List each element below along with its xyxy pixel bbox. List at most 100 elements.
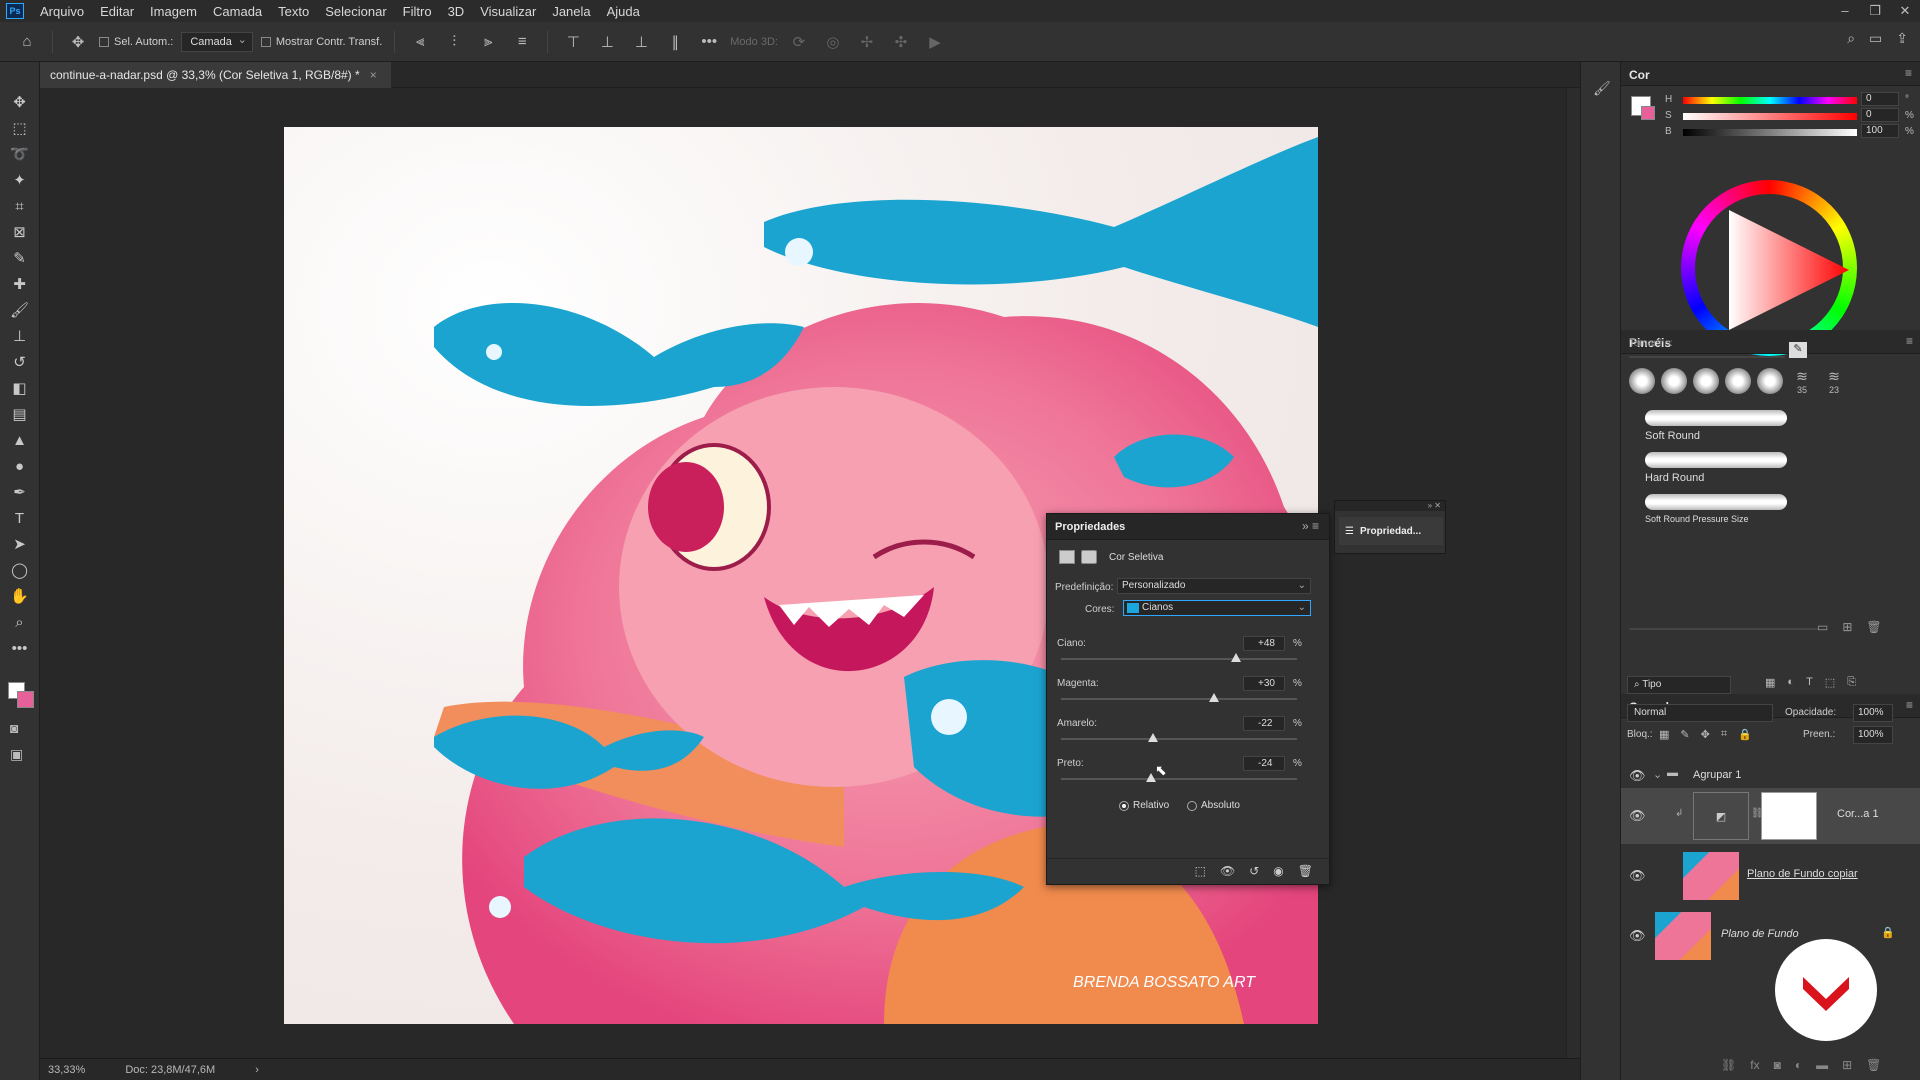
lock-position-icon[interactable]: ✥ bbox=[1701, 728, 1710, 741]
menu-imagem[interactable]: Imagem bbox=[142, 4, 205, 19]
new-layer-icon[interactable]: ⊞ bbox=[1842, 1058, 1852, 1072]
layer-name[interactable]: Agrupar 1 bbox=[1693, 769, 1741, 781]
brush-tip-23[interactable]: ≋ 23 bbox=[1821, 368, 1847, 395]
black-slider-track[interactable] bbox=[1061, 778, 1297, 780]
path-select-icon[interactable]: ➤ bbox=[7, 534, 33, 554]
reset-icon[interactable]: ↺ bbox=[1249, 864, 1259, 884]
layer-name[interactable]: Plano de Fundo copiar bbox=[1747, 868, 1858, 880]
brush-name[interactable]: Soft Round bbox=[1645, 430, 1901, 442]
absolute-radio[interactable]: Absoluto bbox=[1187, 800, 1240, 811]
brush-tip[interactable] bbox=[1725, 368, 1751, 394]
close-tab-icon[interactable]: × bbox=[370, 68, 377, 82]
layer-style-icon[interactable]: fx bbox=[1750, 1058, 1759, 1072]
stamp-tool-icon[interactable]: ⊥ bbox=[7, 326, 33, 346]
filter-type-icon[interactable]: T bbox=[1806, 676, 1813, 689]
menu-selecionar[interactable]: Selecionar bbox=[317, 4, 394, 19]
preset-dropdown[interactable]: Personalizado ⌄ bbox=[1117, 578, 1311, 594]
brush-tip[interactable] bbox=[1629, 368, 1655, 394]
filter-smart-icon[interactable]: ⎘ bbox=[1847, 676, 1856, 689]
lock-pixels-icon[interactable]: ✎ bbox=[1680, 728, 1689, 741]
dodge-tool-icon[interactable]: ● bbox=[7, 456, 33, 476]
brush-tip[interactable] bbox=[1661, 368, 1687, 394]
dock-controls[interactable]: » ✕ bbox=[1335, 501, 1445, 511]
blend-mode-dropdown[interactable]: Normal bbox=[1627, 704, 1773, 722]
magenta-slider-thumb[interactable] bbox=[1209, 693, 1220, 702]
zoom-level[interactable]: 33,33% bbox=[48, 1064, 85, 1076]
panel-menu-icon[interactable]: ≡ bbox=[1906, 334, 1913, 348]
background-color[interactable] bbox=[17, 691, 34, 708]
hue-value[interactable]: 0 bbox=[1861, 92, 1899, 106]
distribute-vertical-icon[interactable]: ∥ bbox=[662, 29, 688, 55]
new-adjustment-icon[interactable]: ◐ bbox=[1795, 1058, 1802, 1072]
more-options-icon[interactable]: ••• bbox=[696, 29, 722, 55]
brush-preview-size-slider[interactable] bbox=[1629, 628, 1819, 630]
slider-value[interactable]: +30 bbox=[1243, 676, 1285, 691]
type-tool-icon[interactable]: T bbox=[7, 508, 33, 528]
layer-mask-thumbnail[interactable] bbox=[1761, 792, 1817, 840]
brush-tip[interactable] bbox=[1757, 368, 1783, 394]
roll-3d-icon[interactable]: ◎ bbox=[820, 29, 846, 55]
saturation-value[interactable]: 0 bbox=[1861, 108, 1899, 122]
colors-dropdown[interactable]: Cianos ⌄ bbox=[1123, 600, 1311, 616]
menu-camada[interactable]: Camada bbox=[205, 4, 270, 19]
filter-adjustment-icon[interactable]: ◐ bbox=[1787, 676, 1794, 689]
align-middle-icon[interactable]: ⊥ bbox=[594, 29, 620, 55]
orbit-3d-icon[interactable]: ⟳ bbox=[786, 29, 812, 55]
pan-3d-icon[interactable]: ✢ bbox=[854, 29, 880, 55]
brush-size-slider[interactable] bbox=[1629, 356, 1785, 358]
vertical-scrollbar[interactable] bbox=[1566, 88, 1580, 1058]
hue-slider[interactable] bbox=[1683, 97, 1857, 104]
menu-arquivo[interactable]: Arquivo bbox=[32, 4, 92, 19]
brush-stroke-preview[interactable] bbox=[1645, 494, 1787, 510]
visibility-eye-icon[interactable]: 👁 bbox=[1629, 768, 1646, 784]
layer-name[interactable]: Cor...a 1 bbox=[1837, 808, 1879, 820]
panel-menu-icon[interactable]: ≡ bbox=[1906, 698, 1913, 712]
search-icon[interactable]: ⌕ bbox=[1847, 30, 1855, 47]
history-brush-icon[interactable]: ↺ bbox=[7, 352, 33, 372]
delete-layer-icon[interactable]: 🗑 bbox=[1866, 1058, 1881, 1072]
saturation-slider[interactable] bbox=[1683, 113, 1857, 120]
brush-name[interactable]: Hard Round bbox=[1645, 472, 1901, 484]
delete-icon[interactable]: 🗑 bbox=[1866, 620, 1881, 634]
brush-tip-35[interactable]: ≋ 35 bbox=[1789, 368, 1815, 395]
menu-filtro[interactable]: Filtro bbox=[395, 4, 440, 19]
color-panel-tab[interactable]: Cor ≡ bbox=[1621, 62, 1920, 86]
brush-name[interactable]: Soft Round Pressure Size bbox=[1645, 514, 1901, 522]
panel-menu-icon[interactable]: ≡ bbox=[1905, 66, 1912, 80]
hand-tool-icon[interactable]: ✋ bbox=[7, 586, 33, 606]
menu-janela[interactable]: Janela bbox=[544, 4, 598, 19]
close-window-icon[interactable]: ✕ bbox=[1890, 0, 1920, 22]
more-tools-icon[interactable]: ••• bbox=[7, 638, 33, 658]
delete-adjustment-icon[interactable]: 🗑 bbox=[1298, 864, 1313, 884]
yellow-slider-thumb[interactable] bbox=[1148, 733, 1159, 742]
minimize-icon[interactable]: – bbox=[1830, 0, 1860, 22]
menu-texto[interactable]: Texto bbox=[270, 4, 317, 19]
visibility-eye-icon[interactable]: 👁 bbox=[1629, 928, 1646, 944]
home-icon[interactable]: ⌂ bbox=[14, 29, 40, 55]
mask-icon[interactable] bbox=[1081, 550, 1097, 564]
color-swatches[interactable] bbox=[6, 678, 36, 712]
brush-stroke-preview[interactable] bbox=[1645, 452, 1787, 468]
align-right-icon[interactable]: ⫸ bbox=[475, 29, 501, 55]
properties-dock-button[interactable]: ☰ Propriedad... bbox=[1339, 517, 1443, 545]
brush-tool-icon[interactable]: 🖌 bbox=[7, 300, 33, 320]
blur-tool-icon[interactable]: ▲ bbox=[7, 430, 33, 450]
menu-ajuda[interactable]: Ajuda bbox=[599, 4, 648, 19]
new-group-icon[interactable]: ▬ bbox=[1816, 1058, 1828, 1072]
move-tool-icon[interactable]: ✥ bbox=[65, 29, 91, 55]
cyan-slider-thumb[interactable] bbox=[1230, 653, 1241, 662]
eraser-icon[interactable]: ◧ bbox=[7, 378, 33, 398]
layer-row-selected[interactable]: 👁 ↲ ◩ ⛓ Cor...a 1 bbox=[1621, 788, 1920, 844]
brush-settings-icon[interactable]: 🖌 bbox=[1593, 80, 1611, 97]
layer-row[interactable]: 👁 Plano de Fundo copiar bbox=[1621, 848, 1920, 904]
cyan-slider-track[interactable] bbox=[1061, 658, 1297, 660]
scale-3d-icon[interactable]: ▶ bbox=[922, 29, 948, 55]
align-center-icon[interactable]: ⫶ bbox=[441, 29, 467, 55]
magic-wand-icon[interactable]: ✦ bbox=[7, 170, 33, 190]
quick-mask-icon[interactable]: ◙ bbox=[10, 720, 18, 736]
new-brush-icon[interactable]: ✎ bbox=[1789, 342, 1807, 358]
menu-editar[interactable]: Editar bbox=[92, 4, 142, 19]
lock-all-icon[interactable]: 🔒 bbox=[1738, 728, 1752, 741]
yellow-slider-track[interactable] bbox=[1061, 738, 1297, 740]
auto-select-checkbox[interactable]: Sel. Autom.: bbox=[99, 36, 173, 48]
